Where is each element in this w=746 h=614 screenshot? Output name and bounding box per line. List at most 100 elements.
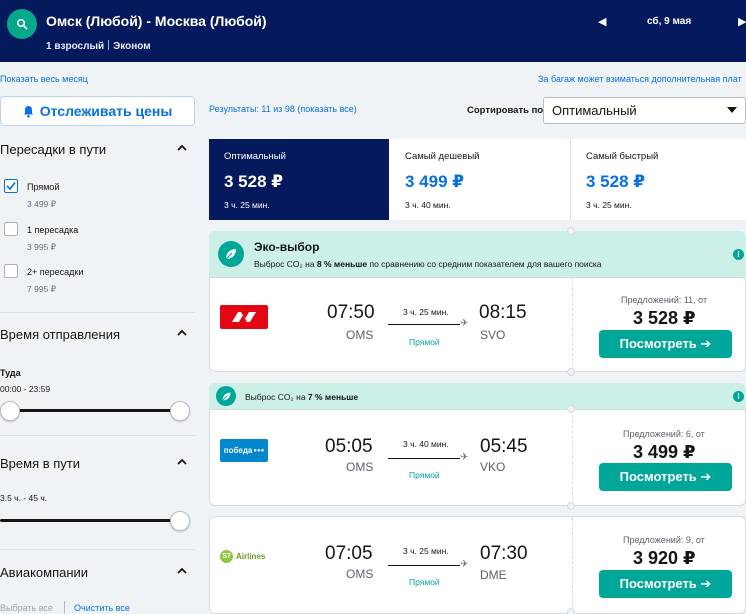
stops-two-plus-checkbox[interactable]	[4, 264, 18, 278]
flight-card[interactable]: S7 Airlines 07:05 OMS 3 ч. 25 мин. ✈ Прям…	[209, 516, 746, 614]
plane-icon: ✈	[460, 452, 469, 463]
stops-label: Прямой	[409, 577, 440, 587]
info-icon[interactable]: i	[733, 391, 744, 402]
tab-price: 3 528 ₽	[224, 172, 284, 191]
departure-date[interactable]: сб, 9 мая	[647, 16, 691, 27]
s7-logo: S7 Airlines	[220, 550, 265, 563]
eco-text-suffix: по сравнению со средним показателем для …	[367, 259, 602, 269]
departure-time: 07:50	[327, 302, 375, 323]
duration-slider-handle[interactable]	[170, 511, 190, 531]
stops-one-checkbox[interactable]	[4, 222, 18, 236]
leaf-icon	[218, 241, 244, 267]
sort-label: Сортировать по	[467, 105, 544, 116]
departure-outbound-label: Туда	[0, 368, 21, 378]
stops-option-price: 3 995 ₽	[27, 242, 57, 252]
flight-card[interactable]: 07:50 OMS 3 ч. 25 мин. ✈ Прямой 08:15 SV…	[209, 277, 746, 372]
tab-duration: 3 ч. 25 мин.	[586, 200, 632, 210]
eco-title: Эко-выбор	[254, 240, 320, 254]
departure-time: 07:05	[325, 543, 373, 564]
duration-slider-track[interactable]	[0, 519, 180, 522]
departure-airport: OMS	[346, 567, 374, 581]
tab-title: Самый дешевый	[405, 151, 480, 162]
stops-option-label: 2+ пересадки	[27, 267, 84, 277]
departure-filter-title[interactable]: Время отправления	[0, 327, 120, 342]
search-icon[interactable]	[7, 9, 37, 39]
ticket-notch	[567, 227, 575, 235]
view-deal-button[interactable]: Посмотреть ➔	[599, 570, 732, 598]
duration-range: 3.5 ч. - 45 ч.	[0, 493, 48, 503]
eco-emission-banner: Выброс CO₂ на 7 % меньше i	[209, 383, 746, 409]
offers-count: Предложений: 9, от	[623, 535, 705, 545]
track-prices-button[interactable]: Отслеживать цены	[0, 96, 195, 126]
stops-option-label: 1 пересадка	[27, 225, 79, 235]
flight-price: 3 499 ₽	[633, 442, 696, 462]
tab-title: Оптимальный	[224, 151, 286, 162]
view-deal-button[interactable]: Посмотреть ➔	[599, 330, 732, 358]
stops-option-price: 3 499 ₽	[27, 199, 57, 209]
caret-down-icon	[727, 107, 737, 113]
plane-icon: ✈	[460, 559, 469, 570]
info-icon[interactable]: i	[733, 249, 744, 260]
select-all-airlines-link[interactable]: Выбрать все	[0, 603, 53, 613]
clear-all-airlines-link[interactable]: Очистить все	[74, 603, 130, 613]
eco-emission-text: Выброс CO₂ на 8 % меньше по сравнению со…	[254, 259, 602, 269]
stops-option-label: Прямой	[27, 182, 60, 192]
arrival-time: 07:30	[480, 543, 528, 564]
sort-value: Оптимальный	[552, 103, 637, 118]
filters-sidebar: Отслеживать цены Пересадки в пути Прямой…	[0, 62, 195, 614]
flight-price: 3 920 ₽	[633, 548, 696, 568]
next-date-icon[interactable]: ▶	[738, 15, 746, 28]
sort-select[interactable]: Оптимальный	[543, 97, 746, 124]
arrival-time: 08:15	[479, 302, 527, 323]
offers-count: Предложений: 11, от	[621, 295, 708, 305]
chevron-up-icon[interactable]	[177, 456, 187, 468]
tab-price: 3 528 ₽	[586, 172, 646, 191]
tab-best[interactable]: Оптимальный 3 528 ₽ 3 ч. 25 мин.	[209, 139, 389, 220]
ticket-notch	[567, 405, 575, 413]
eco-text-bold: 8 % меньше	[316, 259, 368, 269]
airlines-filter-title[interactable]: Авиакомпании	[0, 565, 88, 580]
prev-date-icon[interactable]: ◀	[598, 15, 606, 28]
chevron-up-icon[interactable]	[177, 565, 187, 577]
tab-price: 3 499 ₽	[405, 172, 465, 191]
departure-slider-track[interactable]	[8, 409, 182, 412]
baggage-note-link[interactable]: За багаж может взиматься дополнительная …	[538, 74, 746, 84]
flight-price: 3 528 ₽	[633, 308, 696, 328]
airline-name: победа	[223, 446, 253, 455]
departure-slider-max-handle[interactable]	[170, 401, 190, 421]
ticket-notch	[567, 368, 575, 376]
tab-title: Самый быстрый	[586, 151, 659, 162]
stops-option-price: 7 995 ₽	[27, 284, 57, 294]
flight-duration: 3 ч. 25 мин.	[403, 546, 449, 556]
eco-text-bold: 7 % меньше	[307, 392, 359, 402]
tab-fastest[interactable]: Самый быстрый 3 528 ₽ 3 ч. 25 мин.	[571, 139, 746, 220]
tab-duration: 3 ч. 25 мин.	[224, 200, 270, 210]
tab-cheapest[interactable]: Самый дешевый 3 499 ₽ 3 ч. 40 мин.	[390, 139, 570, 220]
arrival-time: 05:45	[480, 436, 528, 457]
view-deal-button[interactable]: Посмотреть ➔	[599, 463, 732, 491]
search-header: Омск (Любой) - Москва (Любой) 1 взрослый…	[0, 0, 746, 62]
chevron-up-icon[interactable]	[177, 327, 187, 339]
results-count-link[interactable]: Результаты: 11 из 98 (показать все)	[209, 104, 357, 114]
nordwind-logo	[220, 305, 268, 329]
stops-label: Прямой	[409, 337, 440, 347]
ticket-notch	[567, 608, 575, 614]
flight-card[interactable]: победа ●●● 05:05 OMS 3 ч. 40 мин. ✈ Прямо…	[209, 409, 746, 506]
flight-line	[388, 324, 460, 325]
arrival-airport: SVO	[480, 328, 506, 342]
divider	[572, 517, 573, 613]
chevron-up-icon[interactable]	[177, 142, 187, 154]
departure-range: 00:00 - 23:59	[0, 384, 51, 394]
flight-duration: 3 ч. 25 мин.	[403, 307, 449, 317]
flight-line	[388, 458, 460, 459]
passenger-summary[interactable]: 1 взрослый Эконом	[46, 40, 151, 52]
bell-icon	[23, 105, 33, 118]
departure-slider-min-handle[interactable]	[0, 401, 20, 421]
stops-direct-checkbox[interactable]	[4, 179, 18, 193]
arrival-airport: DME	[480, 568, 507, 582]
divider	[572, 410, 573, 505]
stops-filter-title[interactable]: Пересадки в пути	[0, 142, 106, 157]
route-title[interactable]: Омск (Любой) - Москва (Любой)	[46, 13, 267, 29]
airline-mark: S7	[220, 550, 233, 563]
duration-filter-title[interactable]: Время в пути	[0, 456, 80, 471]
